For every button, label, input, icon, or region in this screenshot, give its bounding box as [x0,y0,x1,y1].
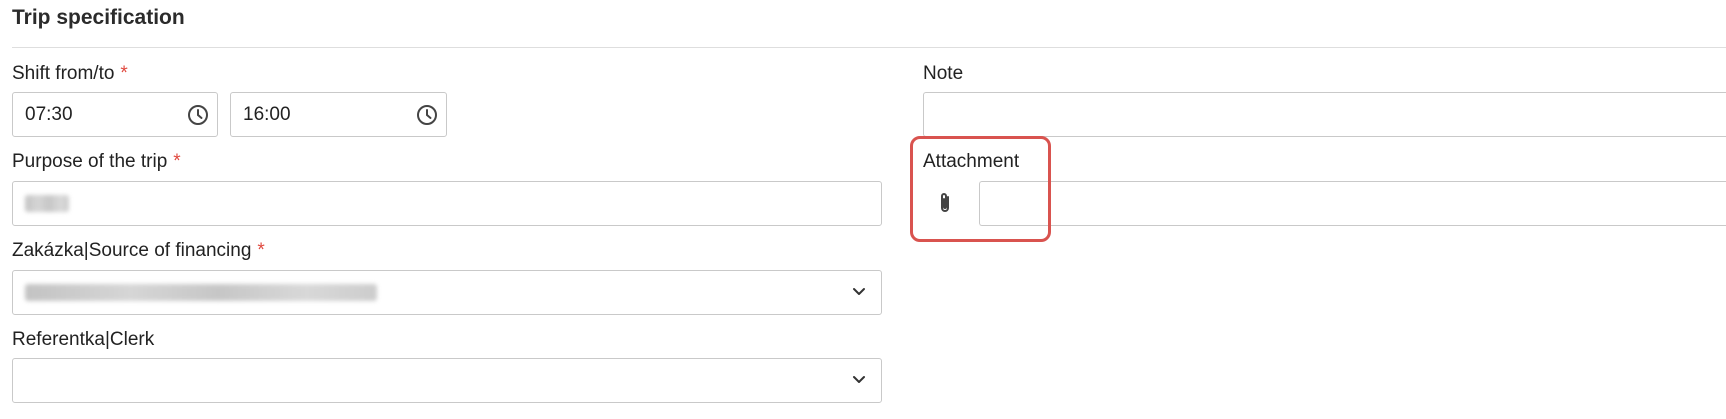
clerk-select[interactable] [12,358,882,403]
section-divider [12,47,1726,48]
required-mark: * [257,240,265,261]
shift-from-field[interactable]: 07:30 [12,92,218,137]
financing-label-text: Zakázka|Source of financing [12,240,252,261]
shift-to-value: 16:00 [243,104,291,125]
purpose-value-blurred [25,195,69,212]
note-input[interactable] [923,92,1726,137]
clerk-label: Referentka|Clerk [12,329,155,350]
chevron-down-icon[interactable] [851,371,867,392]
shift-to-field[interactable]: 16:00 [230,92,447,137]
required-mark: * [173,151,181,172]
financing-value-blurred [25,284,377,301]
attachment-input[interactable] [979,181,1726,226]
clock-icon[interactable] [416,104,438,126]
attachment-label: Attachment [923,151,1020,172]
paperclip-icon[interactable] [933,191,957,215]
financing-label: Zakázka|Source of financing * [12,240,265,262]
financing-select[interactable] [12,270,882,315]
chevron-down-icon[interactable] [851,283,867,304]
shift-label-text: Shift from/to [12,63,115,84]
section-title: Trip specification [12,6,185,29]
purpose-label: Purpose of the trip * [12,151,181,173]
shift-label: Shift from/to * [12,63,128,85]
purpose-label-text: Purpose of the trip [12,151,168,172]
shift-from-value: 07:30 [25,104,73,125]
purpose-input[interactable] [12,181,882,226]
note-label: Note [923,63,964,84]
clock-icon[interactable] [187,104,209,126]
required-mark: * [120,63,128,84]
